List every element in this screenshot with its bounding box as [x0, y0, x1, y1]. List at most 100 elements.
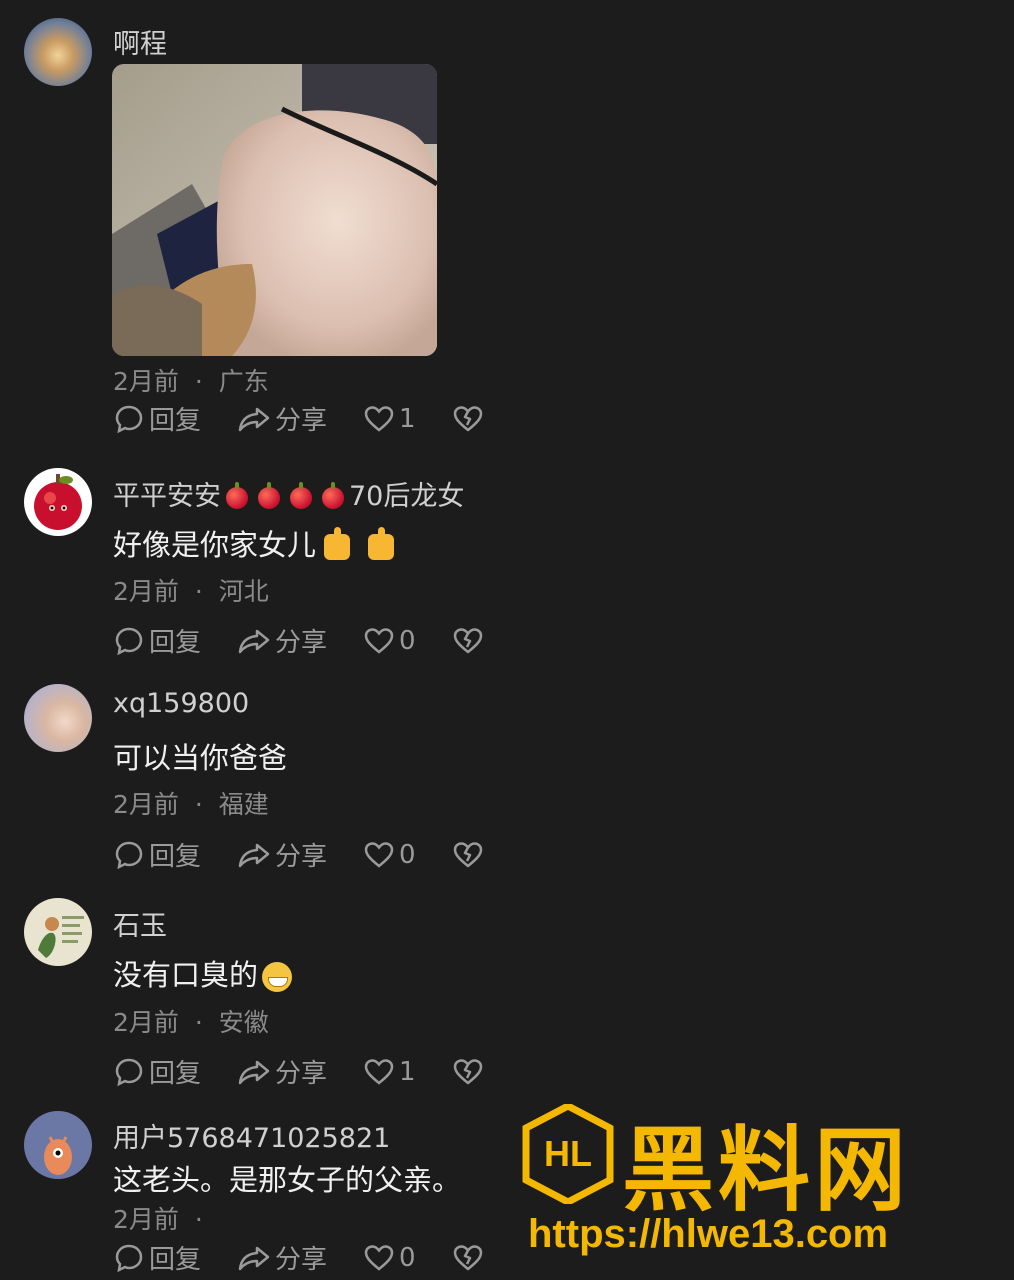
username[interactable]: xq159800: [113, 688, 249, 719]
heart-icon: [364, 841, 394, 868]
share-button[interactable]: 分享: [237, 1053, 327, 1090]
like-count: 0: [399, 625, 416, 656]
reply-button[interactable]: 回复: [113, 1053, 201, 1090]
reply-label: 回复: [149, 628, 202, 658]
comment-icon: [115, 627, 143, 655]
share-label: 分享: [275, 1059, 328, 1089]
thumbs-up-emoji-icon: [368, 527, 395, 560]
apple-emoji-icon: [322, 481, 344, 509]
like-button[interactable]: 0: [363, 625, 416, 657]
avatar[interactable]: [24, 684, 92, 752]
comment-text: 这老头。是那女子的父亲。: [113, 1163, 462, 1197]
comment-time: 2月前: [113, 1008, 179, 1037]
like-count: 1: [399, 1056, 416, 1087]
dislike-button[interactable]: [452, 839, 488, 871]
comment-meta: 2月前 · 河北: [113, 572, 269, 608]
username[interactable]: 平平安安 70后龙女: [113, 474, 464, 513]
like-count: 0: [399, 839, 416, 870]
apple-emoji-icon: [226, 481, 248, 509]
share-icon: [238, 843, 270, 867]
share-button[interactable]: 分享: [237, 1239, 327, 1276]
share-icon: [238, 1060, 270, 1084]
comment-text: 没有口臭的: [113, 952, 293, 994]
comment-text-body: 好像是你家女儿: [113, 528, 317, 562]
watermark-logo: HL: [522, 1104, 614, 1204]
share-label: 分享: [275, 1245, 328, 1275]
comment-location: 河北: [218, 577, 269, 606]
watermark-url: https://hlwe13.com: [528, 1212, 889, 1256]
comment-actions: 回复 分享 0: [113, 836, 524, 873]
reply-label: 回复: [149, 842, 202, 872]
apple-emoji-icon: [258, 481, 280, 509]
comment-location: 福建: [218, 790, 269, 819]
watermark-logo-text: HL: [544, 1133, 592, 1174]
comment-time: 2月前: [113, 790, 179, 819]
avatar[interactable]: [24, 1111, 92, 1179]
reply-label: 回复: [149, 406, 202, 436]
reply-button[interactable]: 回复: [113, 400, 201, 437]
comment-time: 2月前: [113, 577, 179, 606]
heart-icon: [364, 1058, 394, 1085]
reply-button[interactable]: 回复: [113, 622, 201, 659]
heart-icon: [364, 1244, 394, 1271]
comment-meta: 2月前 ·: [113, 1200, 211, 1236]
broken-heart-icon: [453, 627, 482, 653]
comment-actions: 回复 分享 1: [113, 1053, 524, 1090]
watermark: HL 黑料网 https://hlwe13.com: [522, 1100, 1002, 1270]
share-button[interactable]: 分享: [237, 622, 327, 659]
heart-icon: [364, 627, 394, 654]
username[interactable]: 石玉: [113, 904, 167, 943]
comment-text: 好像是你家女儿: [113, 522, 395, 564]
share-label: 分享: [275, 628, 328, 658]
comment-text: 可以当你爸爸: [113, 741, 288, 775]
meta-separator: ·: [194, 1205, 203, 1234]
share-icon: [238, 629, 270, 653]
avatar[interactable]: [24, 468, 92, 536]
reply-button[interactable]: 回复: [113, 836, 201, 873]
share-label: 分享: [275, 406, 328, 436]
reply-label: 回复: [149, 1245, 202, 1275]
like-button[interactable]: 0: [363, 1242, 416, 1274]
like-count: 0: [399, 1242, 416, 1273]
reply-button[interactable]: 回复: [113, 1239, 201, 1276]
username[interactable]: 啊程: [113, 22, 167, 61]
comment-icon: [115, 1244, 143, 1272]
dislike-button[interactable]: [452, 403, 488, 435]
comment-icon: [115, 1058, 143, 1086]
meta-separator: ·: [194, 1008, 203, 1037]
broken-heart-icon: [453, 841, 482, 867]
comment-image[interactable]: [112, 64, 437, 356]
comment-actions: 回复 分享 0: [113, 622, 524, 659]
avatar[interactable]: [24, 898, 92, 966]
apple-emoji-icon: [290, 481, 312, 509]
meta-separator: ·: [194, 577, 203, 606]
broken-heart-icon: [453, 1244, 482, 1270]
thumbs-up-emoji-icon: [324, 527, 351, 560]
comment-meta: 2月前 · 广东: [113, 362, 269, 398]
broken-heart-icon: [453, 405, 482, 431]
share-button[interactable]: 分享: [237, 400, 327, 437]
comment-meta: 2月前 · 安徽: [113, 1003, 269, 1039]
comment-meta: 2月前 · 福建: [113, 785, 269, 821]
like-button[interactable]: 1: [363, 403, 416, 435]
broken-heart-icon: [453, 1058, 482, 1084]
reply-label: 回复: [149, 1059, 202, 1089]
dislike-button[interactable]: [452, 1242, 488, 1274]
dislike-button[interactable]: [452, 625, 488, 657]
grin-emoji-icon: [262, 962, 293, 992]
comment-time: 2月前: [113, 1205, 179, 1234]
like-button[interactable]: 1: [363, 1056, 416, 1088]
username[interactable]: 用户5768471025821: [113, 1116, 390, 1155]
comment-actions: 回复 分享 1: [113, 400, 524, 437]
dislike-button[interactable]: [452, 1056, 488, 1088]
comment-text-body: 没有口臭的: [113, 958, 259, 992]
username-suffix: 70后龙女: [349, 481, 465, 512]
comment-icon: [115, 841, 143, 869]
avatar[interactable]: [24, 18, 92, 86]
meta-separator: ·: [194, 790, 203, 819]
comment-actions: 回复 分享 0: [113, 1239, 524, 1276]
meta-separator: ·: [194, 367, 203, 396]
like-button[interactable]: 0: [363, 839, 416, 871]
comment-location: 安徽: [218, 1008, 269, 1037]
share-button[interactable]: 分享: [237, 836, 327, 873]
